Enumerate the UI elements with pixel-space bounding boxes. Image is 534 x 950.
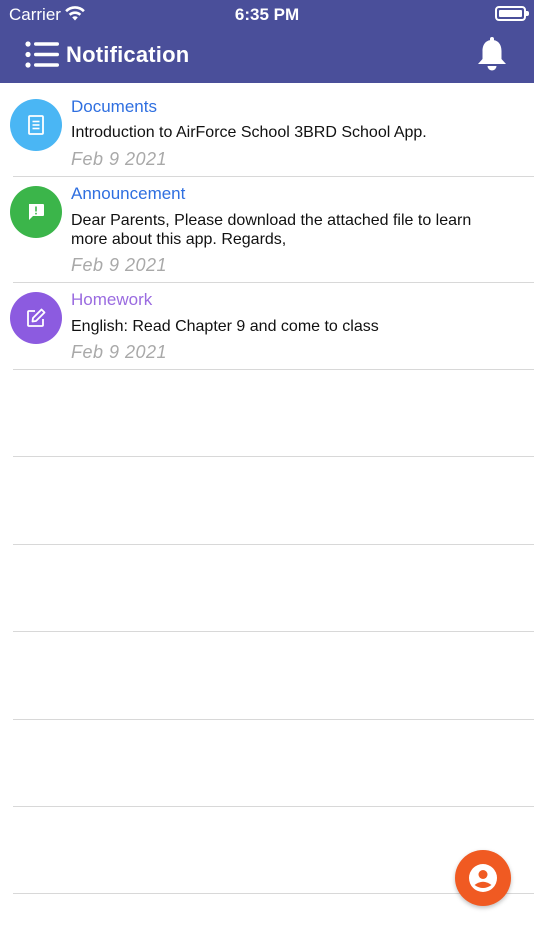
notification-item-announcement[interactable]: Announcement Dear Parents, Please downlo… (0, 177, 534, 282)
document-icon (10, 99, 62, 151)
notification-category: Announcement (71, 184, 186, 203)
divider (13, 369, 534, 370)
edit-icon (10, 292, 62, 344)
menu-icon[interactable] (25, 41, 59, 68)
account-button[interactable] (455, 850, 511, 906)
empty-row-divider (13, 806, 534, 807)
notification-date: Feb 9 2021 (71, 255, 168, 275)
app-header: Carrier 6:35 PM Notification (0, 0, 534, 83)
notification-text: English: Read Chapter 9 and come to clas… (71, 318, 379, 335)
announcement-icon (10, 186, 62, 238)
empty-row-divider (13, 456, 534, 457)
bell-icon[interactable] (476, 37, 508, 72)
notification-date: Feb 9 2021 (71, 149, 168, 169)
empty-row-divider (13, 719, 534, 720)
empty-row-divider (13, 631, 534, 632)
notification-category: Documents (71, 97, 157, 116)
battery-icon (495, 6, 529, 21)
notification-item-documents[interactable]: Documents Introduction to AirForce Schoo… (0, 83, 534, 176)
notification-date: Feb 9 2021 (71, 342, 168, 362)
empty-row-divider (13, 544, 534, 545)
notification-item-homework[interactable]: Homework English: Read Chapter 9 and com… (0, 283, 534, 369)
notification-text: Introduction to AirForce School 3BRD Sch… (71, 124, 427, 141)
notification-category: Homework (71, 290, 153, 309)
status-time: 6:35 PM (234, 5, 300, 24)
account-icon (469, 864, 497, 892)
page-title: Notification (66, 42, 190, 67)
notification-text: Dear Parents, Please download the attach… (71, 212, 472, 248)
status-bar: Carrier 6:35 PM (0, 0, 534, 28)
empty-row-divider (13, 893, 534, 894)
